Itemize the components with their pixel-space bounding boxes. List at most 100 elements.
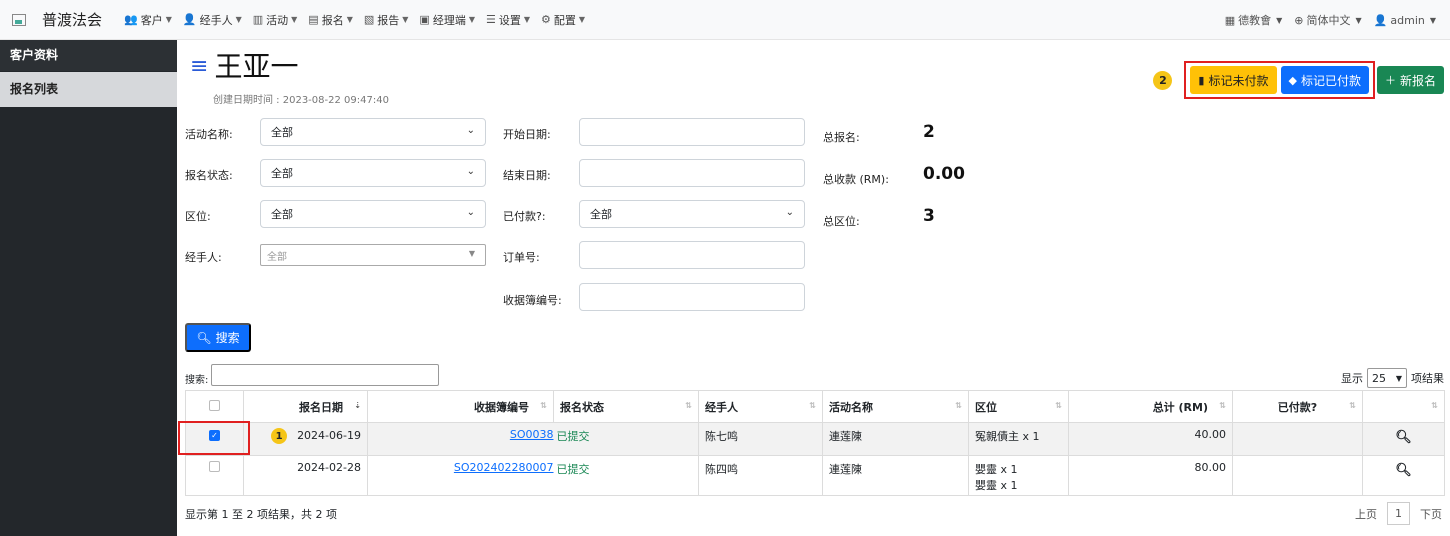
sort-icon: ⇅ <box>955 401 962 410</box>
row-date: 2024-02-28 <box>297 461 361 474</box>
chevron-down-icon: ▼ <box>1395 373 1402 383</box>
table-search-input[interactable] <box>211 364 439 386</box>
plus-icon: ＋ <box>1384 75 1396 87</box>
table-row[interactable]: 2024-02-28 SO202402280007 已提交 陈四鸣 連莲陳 嬰靈… <box>185 455 1445 496</box>
start-date-label: 开始日期: <box>503 128 551 141</box>
table-header-row: 报名日期 ⇣ 收据簿编号 ⇅ 报名状态 ⇅ 经手人 ⇅ 活动名称 ⇅ 区位 ⇅ 总计 (RM… <box>185 390 1445 423</box>
hamburger-icon[interactable]: ≡ <box>190 55 208 79</box>
globe-icon: ⊕ <box>1294 13 1304 27</box>
nav-manager[interactable]: ▣ 经理端 ▼ <box>419 12 475 28</box>
brand[interactable]: 普渡法会 <box>12 9 102 30</box>
nav-registrations[interactable]: ▤ 报名 ▼ <box>308 12 353 28</box>
activity-name: 連莲陳 <box>829 463 862 476</box>
page-1-button[interactable]: 1 <box>1387 502 1410 525</box>
nav-agents[interactable]: 👤 经手人 ▼ <box>183 12 242 28</box>
chevron-down-icon: ⌄ <box>466 125 475 136</box>
receipt-link[interactable]: SO0038 <box>510 428 554 441</box>
paid-label: 已付款?: <box>503 210 546 223</box>
col-receipt[interactable]: 收据簿编号 ⇅ <box>367 390 554 423</box>
brand-name: 普渡法会 <box>42 11 103 29</box>
table-search-label: 搜索: <box>185 375 209 386</box>
user-tie-icon: 👤 <box>182 13 197 26</box>
total-zones-value: 3 <box>923 206 935 226</box>
agent-label: 经手人: <box>185 251 222 264</box>
end-date-label: 结束日期: <box>503 169 551 182</box>
sort-icon: ⇅ <box>1055 401 1062 410</box>
row-checkbox[interactable] <box>209 461 220 472</box>
caret-down-icon: ▼ <box>1429 15 1436 25</box>
end-date-input[interactable] <box>579 159 805 187</box>
receipt-book-input[interactable] <box>579 283 805 311</box>
chevron-down-icon: ⌄ <box>785 207 794 218</box>
start-date-input[interactable] <box>579 118 805 146</box>
pagination: 上页 1 下页 <box>1355 502 1442 525</box>
status-text: 已提交 <box>556 430 590 443</box>
nav-settings[interactable]: ☰ 设置 ▼ <box>486 12 530 28</box>
new-registration-button[interactable]: ＋新报名 <box>1376 66 1444 94</box>
total-registrations-value: 2 <box>923 122 935 142</box>
map-icon: ▥ <box>252 13 264 26</box>
search-button[interactable]: 🔍︎ 搜索 <box>185 323 251 352</box>
total-zones-label: 总区位: <box>823 215 860 228</box>
status-select[interactable]: 全部 ⌄ <box>260 159 486 187</box>
order-number-label: 订单号: <box>503 251 540 264</box>
zone-item: 冤親債主 x 1 <box>975 430 1040 443</box>
nav-config[interactable]: ⚙ 配置 ▼ <box>541 12 585 28</box>
nav-customers[interactable]: 👥 客户 ▼ <box>124 12 172 28</box>
receipt-link[interactable]: SO202402280007 <box>454 461 554 474</box>
created-datetime: 创建日期时间 : 2023-08-22 09:47:40 <box>213 95 389 106</box>
table-info: 显示第 1 至 2 项结果，共 2 项 <box>185 508 337 521</box>
prev-page-button[interactable]: 上页 <box>1355 506 1377 522</box>
mark-paid-button[interactable]: ◆ 标记已付款 <box>1280 66 1369 94</box>
col-status[interactable]: 报名状态 ⇅ <box>553 390 699 423</box>
view-details-icon[interactable]: 🔍︎ <box>1395 463 1412 478</box>
select-all-header <box>185 390 244 423</box>
col-agent[interactable]: 经手人 ⇅ <box>698 390 823 423</box>
brand-logo-icon <box>12 13 26 26</box>
activity-name: 連莲陳 <box>829 430 862 443</box>
next-page-button[interactable]: 下页 <box>1420 506 1442 522</box>
table-row[interactable]: ✓ 1 2024-06-19 SO0038 已提交 陈七鸣 連莲陳 冤親債主 x … <box>185 422 1445 456</box>
paid-select[interactable]: 全部 ⌄ <box>579 200 805 228</box>
col-activity[interactable]: 活动名称 ⇅ <box>822 390 969 423</box>
sliders-icon: ☰ <box>485 13 496 26</box>
annotation-badge: 1 <box>271 428 288 444</box>
caret-down-icon: ▼ <box>291 15 298 24</box>
page-length: 显示 25 ▼ 项结果 <box>1341 368 1444 388</box>
zone-select[interactable]: 全部 ⌄ <box>260 200 486 228</box>
col-paid[interactable]: 已付款? ⇅ <box>1232 390 1363 423</box>
zone-label: 区位: <box>185 210 211 223</box>
caret-down-icon: ▼ <box>1355 15 1362 25</box>
activity-select[interactable]: 全部 ⌄ <box>260 118 486 146</box>
page-length-select[interactable]: 25 ▼ <box>1367 368 1407 388</box>
select-all-checkbox[interactable] <box>209 399 220 411</box>
sort-icon: ⇅ <box>685 401 692 410</box>
highlight-box: ▮ 标记未付款 ◆ 标记已付款 <box>1184 61 1375 99</box>
agent-select[interactable]: 全部 ▼ <box>260 244 486 266</box>
nav-reports[interactable]: ▧ 报告 ▼ <box>364 12 409 28</box>
language-switcher[interactable]: ⊕ 简体中文 ▼ <box>1294 12 1361 28</box>
caret-down-icon: ▼ <box>165 15 172 24</box>
nav-events[interactable]: ▥ 活动 ▼ <box>253 12 298 28</box>
row-total: 80.00 <box>1194 461 1227 474</box>
order-number-input[interactable] <box>579 241 805 269</box>
search-icon: 🔍︎ <box>196 330 212 345</box>
sort-icon: ⇅ <box>1219 401 1226 410</box>
col-actions: ⇅ <box>1362 390 1445 423</box>
sidebar-item-customer-profile[interactable]: 客户资料 <box>0 40 177 71</box>
org-switcher[interactable]: ▦ 德教會 ▼ <box>1225 12 1283 28</box>
user-menu[interactable]: 👤 admin ▼ <box>1374 14 1436 27</box>
col-zone[interactable]: 区位 ⇅ <box>968 390 1069 423</box>
sort-icon: ⇅ <box>540 401 547 410</box>
view-details-icon[interactable]: 🔍︎ <box>1395 430 1412 445</box>
registrations-table: 报名日期 ⇣ 收据簿编号 ⇅ 报名状态 ⇅ 经手人 ⇅ 活动名称 ⇅ 区位 ⇅ 总计 (RM… <box>185 390 1445 496</box>
col-date[interactable]: 报名日期 ⇣ <box>243 390 368 423</box>
mark-unpaid-button[interactable]: ▮ 标记未付款 <box>1190 66 1277 94</box>
col-total[interactable]: 总计 (RM) ⇅ <box>1068 390 1233 423</box>
sidebar-item-registration-list[interactable]: 报名列表 <box>0 72 177 107</box>
total-income-label: 总收款 (RM): <box>823 173 889 186</box>
user-icon: 👤 <box>1373 13 1388 27</box>
zone-item: 嬰靈 x 1 <box>975 463 1018 476</box>
receipt-book-label: 收据簿编号: <box>503 294 562 307</box>
users-icon: 👥 <box>124 13 138 26</box>
